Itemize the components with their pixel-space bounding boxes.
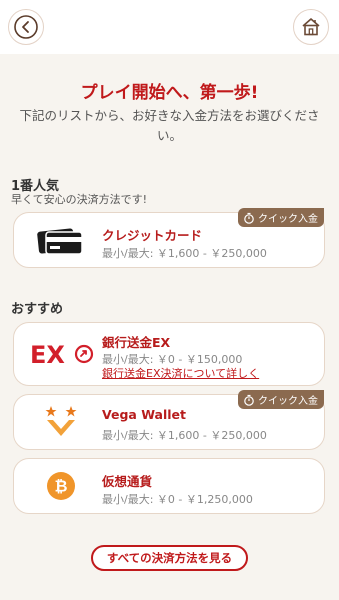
credit-card-icon bbox=[28, 213, 94, 267]
back-button[interactable] bbox=[8, 9, 44, 45]
vega-wallet-icon bbox=[28, 395, 94, 449]
payment-method-limit: 最小/最大: ￥1,600 - ￥250,000 bbox=[102, 247, 267, 260]
payment-method-crypto[interactable]: ₿ 仮想通貨 最小/最大: ￥0 - ￥1,250,000 bbox=[13, 458, 325, 514]
see-all-payment-methods-button[interactable]: すべての決済方法を見る bbox=[91, 545, 248, 571]
house-icon bbox=[302, 18, 320, 36]
page-title: プレイ開始へ、第一歩! bbox=[80, 83, 259, 103]
page-subtitle: 下記のリストから、お好きな入金方法をお選びください。 bbox=[19, 108, 320, 143]
quick-deposit-label: クイック入金 bbox=[258, 396, 318, 407]
quick-deposit-badge: クイック入金 bbox=[238, 208, 324, 227]
payment-method-vega-wallet[interactable]: Vega Wallet 最小/最大: ￥1,600 - ￥250,000 クイッ… bbox=[13, 390, 325, 450]
back-arrow-icon bbox=[14, 15, 38, 39]
quick-deposit-label: クイック入金 bbox=[258, 214, 318, 225]
payment-method-name: 銀行送金EX bbox=[102, 335, 171, 350]
top-bar bbox=[0, 0, 339, 54]
home-button[interactable] bbox=[293, 9, 329, 45]
bank-transfer-ex-icon: EX bbox=[28, 323, 94, 385]
payment-method-name: クレジットカード bbox=[102, 228, 203, 243]
bank-transfer-ex-logo-text: EX bbox=[30, 341, 65, 367]
payment-method-credit-card[interactable]: クレジットカード 最小/最大: ￥1,600 - ￥250,000 クイック入金 bbox=[13, 208, 325, 268]
recommended-section-title: おすすめ bbox=[11, 302, 64, 317]
quick-deposit-badge: クイック入金 bbox=[238, 390, 324, 409]
svg-text:₿: ₿ bbox=[54, 477, 67, 496]
stopwatch-icon bbox=[244, 394, 254, 406]
payment-method-name: 仮想通貨 bbox=[102, 474, 153, 489]
payment-method-limit: 最小/最大: ￥0 - ￥1,250,000 bbox=[102, 493, 253, 506]
stopwatch-icon bbox=[244, 212, 254, 224]
popular-section-subtitle: 早くて安心の決済方法です! bbox=[11, 193, 148, 206]
payment-method-bank-transfer-ex[interactable]: EX 銀行送金EX 最小/最大: ￥0 - ￥150,000 銀行送金EX決済に… bbox=[13, 322, 325, 386]
payment-method-limit: 最小/最大: ￥1,600 - ￥250,000 bbox=[102, 429, 267, 442]
bitcoin-icon: ₿ bbox=[28, 459, 94, 513]
bank-transfer-ex-details-link[interactable]: 銀行送金EX決済について詳しく bbox=[102, 365, 259, 381]
payment-method-name: Vega Wallet bbox=[102, 407, 187, 422]
